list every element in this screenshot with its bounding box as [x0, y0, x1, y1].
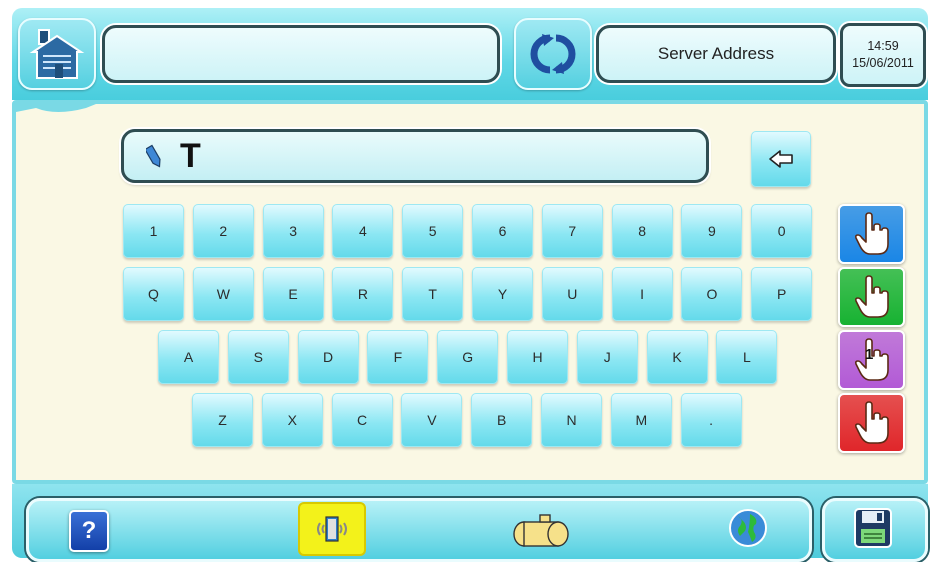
hand-purple-button[interactable]: 1	[838, 330, 905, 390]
key-o[interactable]: O	[681, 267, 743, 321]
tank-icon	[513, 514, 569, 547]
hand-button-label: 1	[865, 346, 874, 363]
key-3[interactable]: 3	[262, 204, 324, 258]
backspace-icon	[769, 150, 793, 168]
tank-button[interactable]	[509, 510, 573, 550]
corner-decoration	[16, 100, 106, 112]
key-5[interactable]: 5	[402, 204, 464, 258]
key-v[interactable]: V	[401, 393, 463, 447]
globe-icon	[729, 509, 767, 547]
key-1[interactable]: 1	[123, 204, 184, 258]
save-button[interactable]	[852, 506, 894, 550]
key-c[interactable]: C	[331, 393, 393, 447]
home-button[interactable]	[18, 18, 96, 90]
key-z[interactable]: Z	[192, 393, 253, 447]
bottom-toolbar	[26, 498, 812, 562]
key-j[interactable]: J	[576, 330, 638, 384]
key-y[interactable]: Y	[472, 267, 533, 321]
key-e[interactable]: E	[262, 267, 324, 321]
refresh-icon	[530, 34, 576, 74]
date-text: 15/06/2011	[852, 56, 914, 70]
pencil-icon	[146, 144, 161, 168]
key-k[interactable]: K	[646, 330, 708, 384]
help-icon: ?	[81, 517, 97, 544]
text-input[interactable]: T	[121, 129, 709, 183]
time-text: 14:59	[867, 39, 899, 53]
key-9[interactable]: 9	[681, 204, 743, 258]
server-address-field[interactable]: Server Address	[596, 25, 836, 83]
hand-pointer-icon	[854, 275, 889, 318]
hand-pointer-icon	[854, 212, 889, 255]
key-t[interactable]: T	[402, 267, 464, 321]
save-icon	[854, 508, 892, 548]
hand-green-button[interactable]	[838, 267, 905, 327]
key-i[interactable]: I	[611, 267, 673, 321]
refresh-button[interactable]	[514, 18, 592, 90]
key-n[interactable]: N	[541, 393, 602, 447]
key-7[interactable]: 7	[541, 204, 603, 258]
backspace-button[interactable]	[751, 131, 811, 187]
key-g[interactable]: G	[437, 330, 499, 384]
key-r[interactable]: R	[332, 267, 394, 321]
key-f[interactable]: F	[367, 330, 429, 384]
hand-pointer-icon	[854, 401, 889, 444]
key-h[interactable]: H	[507, 330, 568, 384]
globe-button[interactable]	[725, 505, 771, 551]
clock-display: 14:59 15/06/2011	[840, 23, 926, 87]
key-u[interactable]: U	[541, 267, 603, 321]
key-w[interactable]: W	[192, 267, 254, 321]
key-d[interactable]: D	[297, 330, 359, 384]
input-value: T	[180, 136, 201, 175]
key-8[interactable]: 8	[611, 204, 673, 258]
home-icon	[29, 29, 85, 79]
key-x[interactable]: X	[261, 393, 323, 447]
key-q[interactable]: Q	[123, 267, 184, 321]
door-icon	[317, 516, 347, 542]
key-a[interactable]: A	[158, 330, 219, 384]
door-button[interactable]	[298, 502, 366, 556]
help-button[interactable]: ?	[69, 510, 109, 552]
key-s[interactable]: S	[227, 330, 289, 384]
key-period[interactable]: .	[680, 393, 742, 447]
key-2[interactable]: 2	[192, 204, 254, 258]
key-l[interactable]: L	[716, 330, 778, 384]
hand-blue-button[interactable]	[838, 204, 905, 264]
key-6[interactable]: 6	[472, 204, 533, 258]
title-field	[102, 25, 500, 83]
key-m[interactable]: M	[610, 393, 672, 447]
key-b[interactable]: B	[471, 393, 533, 447]
hand-red-button[interactable]	[838, 393, 905, 453]
key-4[interactable]: 4	[332, 204, 394, 258]
server-address-label: Server Address	[657, 44, 775, 63]
key-0[interactable]: 0	[751, 204, 813, 258]
key-p[interactable]: P	[751, 267, 813, 321]
